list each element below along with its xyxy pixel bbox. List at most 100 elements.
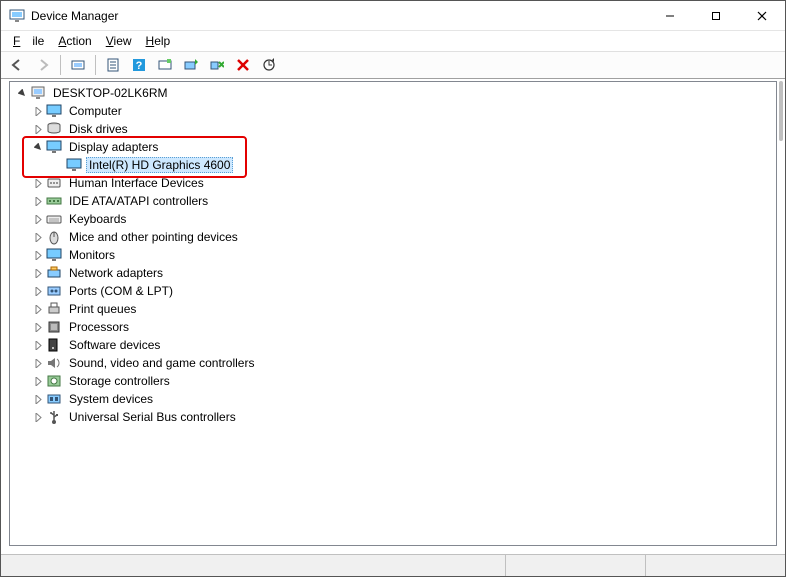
expand-icon[interactable] xyxy=(30,409,46,425)
tree-node-label: Processors xyxy=(66,319,132,335)
tree-node-label: System devices xyxy=(66,391,156,407)
maximize-button[interactable] xyxy=(693,1,739,30)
tree-node-label: Monitors xyxy=(66,247,118,263)
printer-icon xyxy=(46,301,62,317)
tree-node-label: Disk drives xyxy=(66,121,131,137)
expand-icon[interactable] xyxy=(30,337,46,353)
tree-node-cat-8[interactable]: Network adapters xyxy=(10,264,776,282)
menu-action[interactable]: Action xyxy=(52,32,97,50)
status-pane-right xyxy=(645,555,785,576)
minimize-button[interactable] xyxy=(647,1,693,30)
tree-node-cat-2[interactable]: Display adapters xyxy=(10,138,776,156)
disable-button[interactable] xyxy=(231,54,255,76)
mouse-icon xyxy=(46,229,62,245)
tree-node-cat-11[interactable]: Processors xyxy=(10,318,776,336)
tree-node-cat-1[interactable]: Disk drives xyxy=(10,120,776,138)
keyboard-icon xyxy=(46,211,62,227)
back-button[interactable] xyxy=(5,54,29,76)
tree-node-label: Universal Serial Bus controllers xyxy=(66,409,239,425)
close-button[interactable] xyxy=(739,1,785,30)
tree-node-label: IDE ATA/ATAPI controllers xyxy=(66,193,211,209)
app-icon xyxy=(9,8,25,24)
tree-node-cat-7[interactable]: Monitors xyxy=(10,246,776,264)
svg-text:?: ? xyxy=(136,60,143,72)
tree-node-label: Network adapters xyxy=(66,265,166,281)
tree-node-cat-0[interactable]: Computer xyxy=(10,102,776,120)
expand-icon[interactable] xyxy=(30,391,46,407)
expand-icon[interactable] xyxy=(30,229,46,245)
ide-icon xyxy=(46,193,62,209)
update-driver-button[interactable] xyxy=(179,54,203,76)
usb-icon xyxy=(46,409,62,425)
monitor-icon xyxy=(46,247,62,263)
tree-node-label: Keyboards xyxy=(66,211,129,227)
software-icon xyxy=(46,337,62,353)
status-pane-left xyxy=(1,555,505,576)
tree-node-label: Ports (COM & LPT) xyxy=(66,283,176,299)
tree-node-cat-6[interactable]: Mice and other pointing devices xyxy=(10,228,776,246)
status-bar xyxy=(1,554,785,576)
forward-button[interactable] xyxy=(31,54,55,76)
expand-icon[interactable] xyxy=(30,121,46,137)
monitor-icon xyxy=(46,103,62,119)
menu-help[interactable]: Help xyxy=(140,32,177,50)
vertical-scrollbar[interactable] xyxy=(779,81,783,141)
expand-icon[interactable] xyxy=(30,265,46,281)
window-controls xyxy=(647,1,785,30)
tree-node-cat-9[interactable]: Ports (COM & LPT) xyxy=(10,282,776,300)
tree-node-label: Sound, video and game controllers xyxy=(66,355,257,371)
storage-icon xyxy=(46,373,62,389)
expand-icon[interactable] xyxy=(30,373,46,389)
expand-icon[interactable] xyxy=(30,175,46,191)
port-icon xyxy=(46,283,62,299)
tree-node-cat-3[interactable]: Human Interface Devices xyxy=(10,174,776,192)
tree-node-label: Human Interface Devices xyxy=(66,175,207,191)
expand-icon[interactable] xyxy=(30,103,46,119)
expand-icon[interactable] xyxy=(30,283,46,299)
expand-icon[interactable] xyxy=(30,301,46,317)
tree-node-label: DESKTOP-02LK6RM xyxy=(50,85,171,101)
toolbar: ? xyxy=(1,51,785,79)
show-hidden-button[interactable] xyxy=(66,54,90,76)
tree-node-cat-4[interactable]: IDE ATA/ATAPI controllers xyxy=(10,192,776,210)
tree-node-cat-15[interactable]: System devices xyxy=(10,390,776,408)
status-pane-mid xyxy=(505,555,645,576)
expand-icon[interactable] xyxy=(30,319,46,335)
expand-icon[interactable] xyxy=(30,211,46,227)
device-tree: DESKTOP-02LK6RM Computer Disk drivesDispla… xyxy=(10,82,776,428)
tree-node-label: Storage controllers xyxy=(66,373,173,389)
menu-bar: File Action View Help xyxy=(1,31,785,51)
scan-button[interactable] xyxy=(257,54,281,76)
expand-icon[interactable] xyxy=(30,355,46,371)
window-title: Device Manager xyxy=(31,9,647,23)
disk-icon xyxy=(46,121,62,137)
system-icon xyxy=(46,391,62,407)
properties-button[interactable] xyxy=(101,54,125,76)
device-tree-panel[interactable]: DESKTOP-02LK6RM Computer Disk drivesDispla… xyxy=(9,81,777,546)
pc-icon xyxy=(30,85,46,101)
expand-icon[interactable] xyxy=(30,247,46,263)
monitor-icon xyxy=(46,139,62,155)
tree-node-label: Print queues xyxy=(66,301,139,317)
tree-node-cat-5[interactable]: Keyboards xyxy=(10,210,776,228)
uninstall-button[interactable] xyxy=(205,54,229,76)
tree-node-label: Intel(R) HD Graphics 4600 xyxy=(86,157,233,173)
tree-node-dev-2-0[interactable]: Intel(R) HD Graphics 4600 xyxy=(10,156,776,174)
tree-node-label: Computer xyxy=(66,103,125,119)
collapse-icon[interactable] xyxy=(30,139,46,155)
collapse-icon[interactable] xyxy=(14,85,30,101)
tree-node-cat-14[interactable]: Storage controllers xyxy=(10,372,776,390)
enable-button[interactable] xyxy=(153,54,177,76)
monitor-icon xyxy=(66,157,82,173)
tree-node-root[interactable]: DESKTOP-02LK6RM xyxy=(10,84,776,102)
toolbar-separator xyxy=(60,55,61,75)
tree-node-cat-13[interactable]: Sound, video and game controllers xyxy=(10,354,776,372)
help-button[interactable]: ? xyxy=(127,54,151,76)
tree-node-cat-12[interactable]: Software devices xyxy=(10,336,776,354)
menu-file[interactable]: File xyxy=(7,32,50,50)
tree-node-cat-16[interactable]: Universal Serial Bus controllers xyxy=(10,408,776,426)
menu-view[interactable]: View xyxy=(100,32,138,50)
tree-node-cat-10[interactable]: Print queues xyxy=(10,300,776,318)
expand-icon[interactable] xyxy=(30,193,46,209)
sound-icon xyxy=(46,355,62,371)
